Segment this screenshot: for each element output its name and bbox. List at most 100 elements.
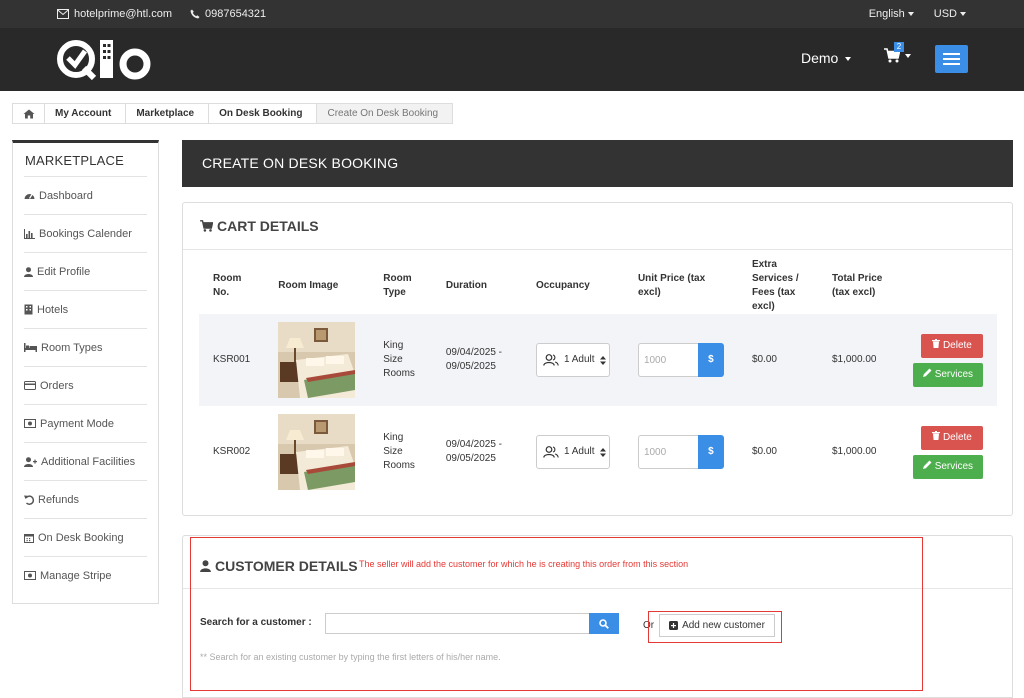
cart-count-badge: 2 <box>894 42 904 52</box>
occupancy-dropdown[interactable]: 1 Adult <box>535 435 610 469</box>
language-dropdown[interactable]: English <box>869 8 914 20</box>
language-label: English <box>868 8 905 20</box>
sidebar-item-dashboard[interactable]: Dashboard <box>24 176 147 214</box>
services-button[interactable]: Services <box>913 454 983 479</box>
unit-price-cell: 1000 $ <box>624 406 738 498</box>
breadcrumb-home[interactable] <box>13 104 45 123</box>
room-image-cell <box>264 314 370 406</box>
bed-icon <box>24 343 37 352</box>
cart-button[interactable]: 2 <box>884 42 912 68</box>
pencil-icon <box>922 460 932 469</box>
user-plus-icon <box>24 456 37 467</box>
qlo-logo-icon <box>57 40 151 81</box>
user-icon <box>24 266 33 277</box>
col-extra-services: Extra Services / Fees (tax excl) <box>751 259 799 312</box>
sort-caret-icon <box>599 447 606 457</box>
sidebar-item-label: Edit Profile <box>37 265 91 278</box>
delete-button[interactable]: Delete <box>921 425 983 450</box>
col-room-image: Room Image <box>278 280 339 291</box>
extra-services-cell: $0.00 <box>737 314 818 406</box>
room-type-cell: King Size Rooms <box>369 314 432 406</box>
qlo-logo[interactable] <box>56 36 154 87</box>
breadcrumb: My Account Marketplace On Desk Booking C… <box>12 103 454 124</box>
sidebar-item-on-desk-booking[interactable]: On Desk Booking <box>24 518 147 556</box>
delete-label: Delete <box>942 431 972 443</box>
sidebar-title: MARKETPLACE <box>25 153 125 168</box>
room-image[interactable] <box>278 414 356 490</box>
sidebar-item-label: Orders <box>40 379 74 392</box>
delete-button[interactable]: Delete <box>921 333 983 358</box>
duration-cell: 09/04/2025 - 09/05/2025 <box>431 314 522 406</box>
top-bar: hotelprime@htl.com 0987654321 English US… <box>0 0 1024 28</box>
cart-heading-text: CART DETAILS <box>217 218 319 234</box>
email-text: hotelprime@htl.com <box>74 8 172 20</box>
sidebar-item-orders[interactable]: Orders <box>24 366 147 404</box>
total-price-cell: $1,000.00 <box>817 314 899 406</box>
occupancy-dropdown[interactable]: 1 Adult <box>535 343 610 377</box>
unit-price-cell: 1000 $ <box>623 314 738 406</box>
user-menu[interactable]: Demo <box>801 50 852 66</box>
annotation-highlight-box <box>648 611 782 643</box>
breadcrumb-on-desk-booking[interactable]: On Desk Booking <box>209 104 318 123</box>
unit-price-input[interactable]: 1000 <box>637 435 698 469</box>
sidebar-item-label: Bookings Calender <box>39 227 132 240</box>
sidebar-item-additional-facilities[interactable]: Additional Facilities <box>24 442 147 480</box>
phone-contact[interactable]: 0987654321 <box>190 8 266 20</box>
occupancy-value: 1 Adult <box>563 354 595 365</box>
services-label: Services <box>934 460 974 472</box>
col-occupancy: Occupancy <box>535 280 590 291</box>
cart-details-heading: CART DETAILS <box>183 203 1012 250</box>
unit-price-group: 1000 $ <box>637 343 724 377</box>
unit-price-input[interactable]: 1000 <box>637 343 698 377</box>
sidebar-item-bookings-calender[interactable]: Bookings Calender <box>24 214 147 252</box>
sidebar-item-hotels[interactable]: Hotels <box>24 290 147 328</box>
occupancy-cell: 1 Adult <box>522 406 624 498</box>
sidebar-item-label: On Desk Booking <box>38 531 124 544</box>
bar-chart-icon <box>24 228 35 239</box>
sidebar-item-room-types[interactable]: Room Types <box>24 328 147 366</box>
sidebar-item-payment-mode[interactable]: Payment Mode <box>24 404 147 442</box>
occupancy-value: 1 Adult <box>563 446 595 457</box>
email-contact[interactable]: hotelprime@htl.com <box>57 8 172 20</box>
room-image[interactable] <box>278 322 356 398</box>
sidebar-item-label: Dashboard <box>39 189 93 202</box>
envelope-icon <box>57 9 69 19</box>
breadcrumb-my-account[interactable]: My Account <box>45 104 127 123</box>
services-label: Services <box>934 368 974 380</box>
hamburger-menu-button[interactable] <box>935 45 968 73</box>
currency-addon: $ <box>697 343 724 377</box>
annotation-highlight-box <box>190 537 923 691</box>
home-icon <box>23 109 34 118</box>
sort-caret-icon <box>599 355 606 365</box>
phone-text: 0987654321 <box>204 8 267 20</box>
extra-services-cell: $0.00 <box>751 446 777 457</box>
breadcrumb-current: Create On Desk Booking <box>317 104 453 123</box>
delete-label: Delete <box>942 339 972 351</box>
actions-cell: Delete Services <box>899 314 997 406</box>
user-menu-label: Demo <box>801 50 839 66</box>
cart-details-panel: CART DETAILS Room No. Room Image Room Ty… <box>182 202 1013 516</box>
page-title: CREATE ON DESK BOOKING <box>182 140 1013 187</box>
total-price-cell: $1,000.00 <box>831 446 877 457</box>
sidebar-item-refunds[interactable]: Refunds <box>24 480 147 518</box>
col-unit-price: Unit Price (tax excl) <box>637 273 706 298</box>
room-type-cell: King Size Rooms <box>383 432 415 471</box>
caret-down-icon <box>905 54 912 58</box>
money-icon <box>24 419 36 428</box>
currency-dropdown[interactable]: USD <box>934 8 966 20</box>
table-row: KSR002 King Size Rooms 09/04/2025 - 09/0… <box>199 406 997 498</box>
phone-icon <box>190 9 200 19</box>
room-no-cell: KSR001 <box>199 314 265 406</box>
breadcrumb-marketplace[interactable]: Marketplace <box>126 104 210 123</box>
building-icon <box>24 304 33 315</box>
sidebar-item-manage-stripe[interactable]: Manage Stripe <box>24 556 147 594</box>
services-button[interactable]: Services <box>913 362 983 387</box>
sidebar-item-edit-profile[interactable]: Edit Profile <box>24 252 147 290</box>
room-no-cell: KSR002 <box>213 446 251 457</box>
credit-card-icon <box>24 381 36 390</box>
caret-down-icon <box>960 12 966 17</box>
contact-info: hotelprime@htl.com 0987654321 <box>57 0 266 28</box>
users-icon <box>543 446 559 458</box>
sidebar-item-label: Refunds <box>38 493 79 506</box>
col-room-type: Room Type <box>383 273 412 298</box>
